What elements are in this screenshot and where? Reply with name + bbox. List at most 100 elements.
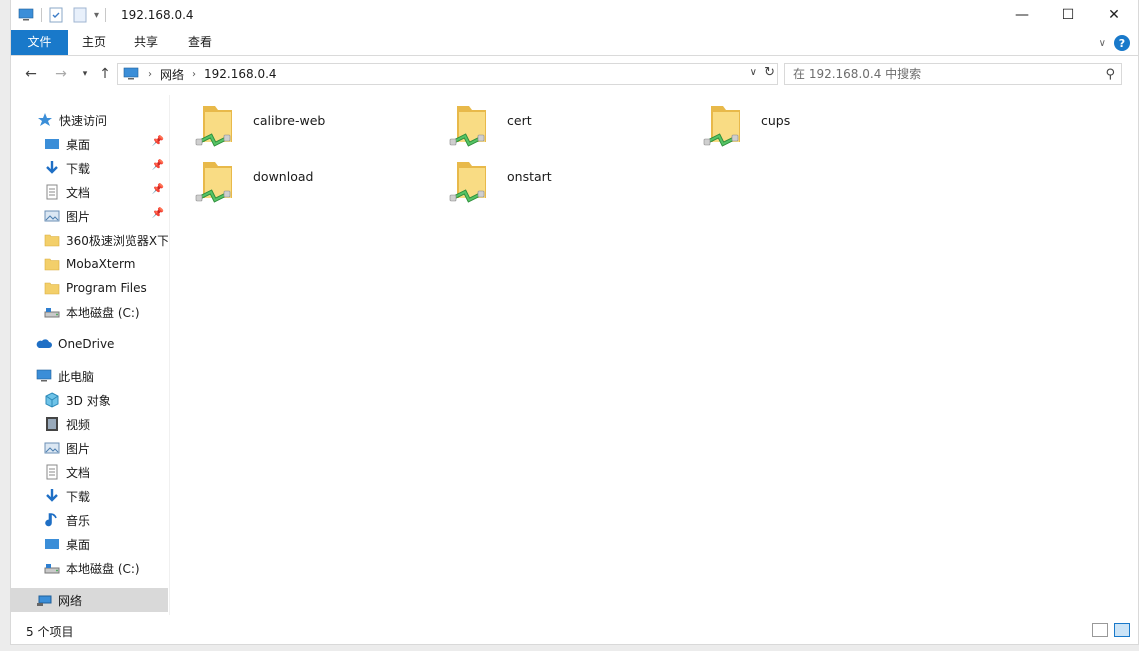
folder-item-cert[interactable]: cert xyxy=(447,100,687,152)
nav-item-3d-objects[interactable]: 3D 对象 xyxy=(11,388,168,412)
quick-access-toolbar: ▾ xyxy=(17,6,112,24)
folder-name: cups xyxy=(761,113,791,128)
nav-item-label: 3D 对象 xyxy=(66,393,111,408)
nav-item-label: 桌面 xyxy=(66,137,91,152)
help-icon[interactable]: ? xyxy=(1114,35,1130,51)
nav-item-downloads[interactable]: 下载 📌 xyxy=(11,156,168,180)
nav-item-label: 文档 xyxy=(66,185,91,200)
shared-folder-icon xyxy=(193,156,241,208)
pin-icon[interactable]: 📌 xyxy=(152,208,164,219)
large-icons-view-icon[interactable] xyxy=(1114,623,1130,637)
nav-item-folder-mobaxterm[interactable]: MobaXterm xyxy=(11,252,168,276)
desktop-icon xyxy=(45,539,59,549)
pane-divider[interactable] xyxy=(169,95,170,615)
nav-item-label: 此电脑 xyxy=(58,369,95,384)
status-bar: 5 个项目 xyxy=(11,616,1138,644)
nav-item-label: 快速访问 xyxy=(59,113,108,128)
nav-item-desktop[interactable]: 桌面 📌 xyxy=(11,132,168,156)
pin-icon[interactable]: 📌 xyxy=(152,160,164,171)
title-bar: ▾ 192.168.0.4 — ☐ ✕ xyxy=(11,0,1138,30)
download-icon xyxy=(46,161,58,174)
pc-icon xyxy=(17,7,35,23)
address-bar[interactable]: › 网络 › 192.168.0.4 ∨ ↻ xyxy=(117,63,778,85)
minimize-button[interactable]: — xyxy=(999,0,1045,30)
toolbar-divider xyxy=(105,8,107,22)
navigation-row: ← → ▾ ↑ › 网络 › 192.168.0.4 ∨ ↻ ⚲ xyxy=(11,60,1138,88)
customize-toolbar-chevron-icon[interactable]: ▾ xyxy=(94,10,99,21)
nav-item-documents-pc[interactable]: 文档 xyxy=(11,460,168,484)
video-icon xyxy=(46,417,58,431)
close-button[interactable]: ✕ xyxy=(1091,0,1137,30)
shared-folder-icon xyxy=(193,100,241,152)
nav-item-label: 下载 xyxy=(66,489,91,504)
file-list: calibre-web cert cups download onstart xyxy=(181,95,1131,615)
nav-item-pictures-pc[interactable]: 图片 xyxy=(11,436,168,460)
folder-item-onstart[interactable]: onstart xyxy=(447,156,687,208)
folder-icon xyxy=(44,280,60,296)
network-icon xyxy=(37,595,52,606)
folder-item-download[interactable]: download xyxy=(193,156,433,208)
nav-item-label: MobaXterm xyxy=(66,257,136,271)
nav-item-this-pc[interactable]: 此电脑 xyxy=(11,364,168,388)
search-box[interactable]: ⚲ xyxy=(784,63,1122,85)
search-icon[interactable]: ⚲ xyxy=(1105,67,1115,82)
nav-item-folder-program-files[interactable]: Program Files xyxy=(11,276,168,300)
details-view-icon[interactable] xyxy=(1092,623,1108,637)
pin-icon[interactable]: 📌 xyxy=(152,184,164,195)
tab-share[interactable]: 共享 xyxy=(123,30,169,55)
tab-view[interactable]: 查看 xyxy=(177,30,223,55)
document-icon xyxy=(46,464,58,480)
nav-item-local-disk-c[interactable]: 本地磁盘 (C:) xyxy=(11,300,168,324)
window-title: 192.168.0.4 xyxy=(121,8,194,22)
new-folder-icon[interactable] xyxy=(72,7,88,23)
nav-item-label: Program Files xyxy=(66,281,147,295)
nav-item-label: 视频 xyxy=(66,417,91,432)
recent-locations-chevron-icon[interactable]: ▾ xyxy=(75,64,95,84)
forward-arrow-icon[interactable]: → xyxy=(51,64,71,84)
nav-item-documents[interactable]: 文档 📌 xyxy=(11,180,168,204)
cube-icon xyxy=(45,392,59,408)
nav-item-music[interactable]: 音乐 xyxy=(11,508,168,532)
toolbar-divider xyxy=(41,8,42,22)
nav-item-quick-access[interactable]: 快速访问 xyxy=(11,108,168,132)
music-icon xyxy=(45,513,57,527)
nav-item-onedrive[interactable]: OneDrive xyxy=(11,332,168,356)
breadcrumb-network[interactable]: 网络 xyxy=(160,66,184,83)
nav-item-label: OneDrive xyxy=(58,337,115,351)
breadcrumb-host[interactable]: 192.168.0.4 xyxy=(204,67,277,81)
nav-item-downloads-pc[interactable]: 下载 xyxy=(11,484,168,508)
item-count: 5 个项目 xyxy=(26,625,74,639)
star-icon xyxy=(38,113,52,126)
maximize-button[interactable]: ☐ xyxy=(1045,0,1091,30)
tab-home[interactable]: 主页 xyxy=(71,30,117,55)
back-arrow-icon[interactable]: ← xyxy=(21,64,41,84)
nav-item-local-disk-c-pc[interactable]: 本地磁盘 (C:) xyxy=(11,556,168,580)
properties-icon[interactable] xyxy=(48,7,64,23)
shared-folder-icon xyxy=(447,156,495,208)
nav-item-desktop-pc[interactable]: 桌面 xyxy=(11,532,168,556)
ribbon-tabs: 文件 主页 共享 查看 ∨ ? xyxy=(11,30,1138,56)
breadcrumb-separator-icon[interactable]: › xyxy=(192,69,196,80)
ribbon-right-controls: ∨ ? xyxy=(1099,35,1130,51)
nav-item-folder-360[interactable]: 360极速浏览器X下载 xyxy=(11,228,168,252)
shared-folder-icon xyxy=(701,100,749,152)
nav-item-label: 下载 xyxy=(66,161,91,176)
folder-name: calibre-web xyxy=(253,113,326,128)
pc-icon xyxy=(122,66,140,82)
expand-ribbon-chevron-icon[interactable]: ∨ xyxy=(1099,38,1106,49)
nav-item-label: 360极速浏览器X下载 xyxy=(66,233,168,248)
refresh-icon[interactable]: ↻ xyxy=(764,65,775,80)
address-dropdown-chevron-icon[interactable]: ∨ xyxy=(750,67,757,78)
tab-file[interactable]: 文件 xyxy=(11,30,68,55)
up-arrow-icon[interactable]: ↑ xyxy=(95,64,115,84)
breadcrumb-separator-icon[interactable]: › xyxy=(148,69,152,80)
nav-item-label: 本地磁盘 (C:) xyxy=(66,305,140,320)
nav-item-label: 桌面 xyxy=(66,537,91,552)
nav-item-videos[interactable]: 视频 xyxy=(11,412,168,436)
nav-item-network[interactable]: 网络 xyxy=(11,588,168,612)
nav-item-pictures[interactable]: 图片 📌 xyxy=(11,204,168,228)
pin-icon[interactable]: 📌 xyxy=(152,136,164,147)
search-input[interactable] xyxy=(791,66,1091,82)
folder-item-cups[interactable]: cups xyxy=(701,100,941,152)
folder-item-calibre-web[interactable]: calibre-web xyxy=(193,100,433,152)
